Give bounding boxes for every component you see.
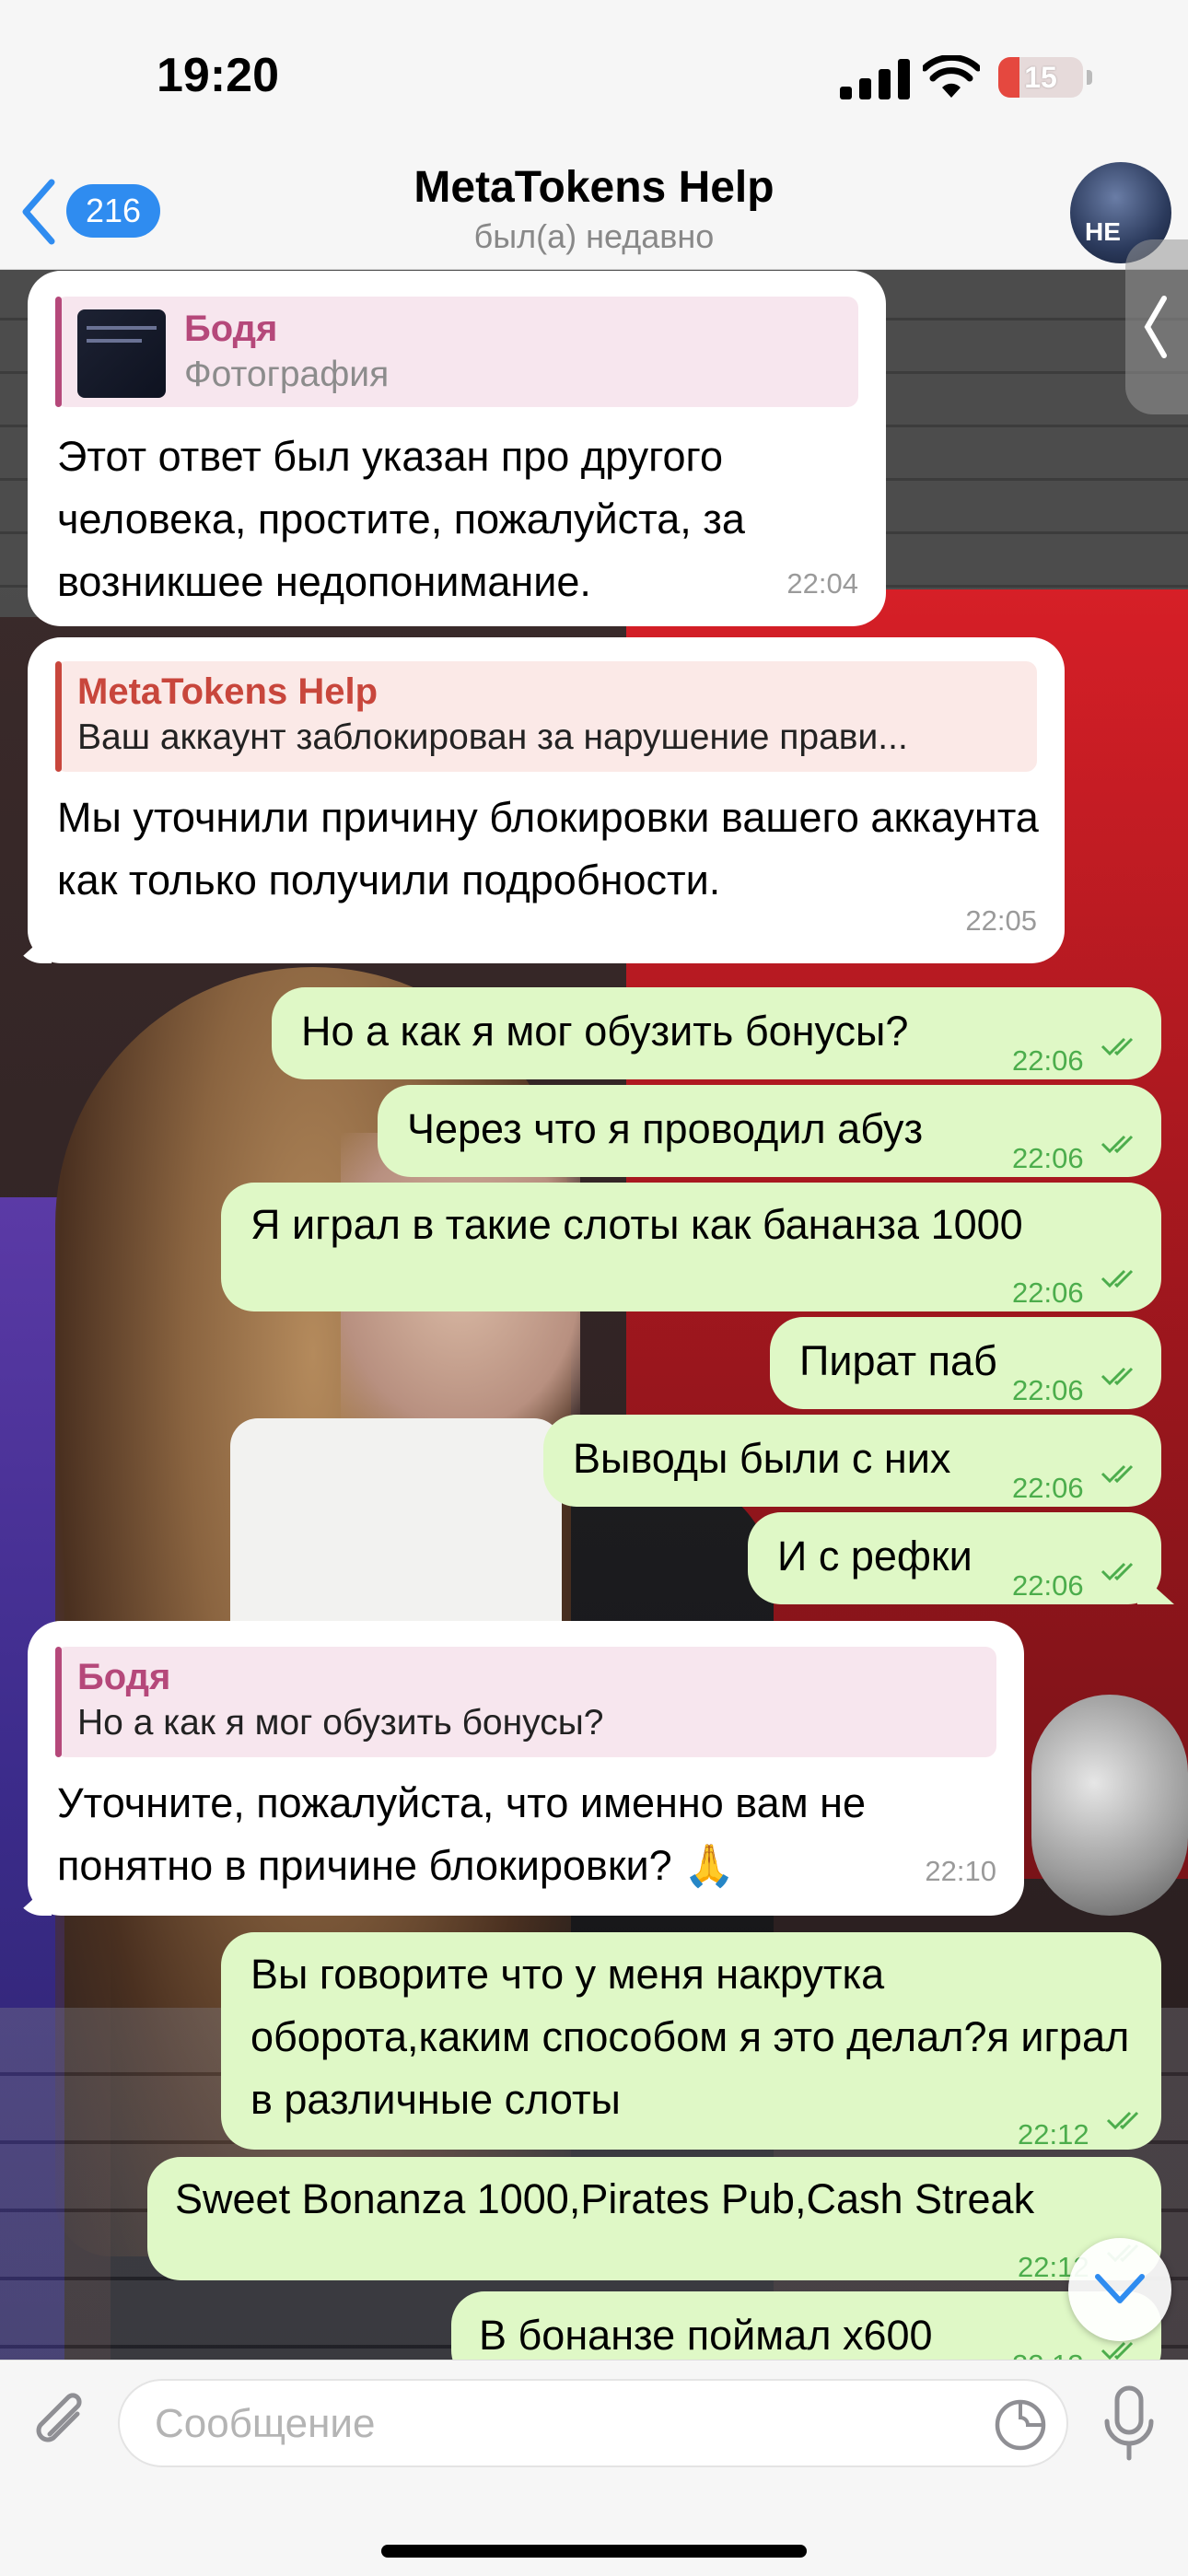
reply-preview[interactable]: Бодя Но а как я мог обузить бонусы?	[55, 1647, 996, 1757]
chevron-left-icon	[1144, 296, 1167, 358]
reply-preview[interactable]: MetaTokens Help Ваш аккаунт заблокирован…	[55, 661, 1037, 772]
reply-snippet: Но а как я мог обузить бонусы?	[77, 1703, 604, 1743]
message-text: Мы уточнили причину блокировки вашего ак…	[57, 794, 1039, 903]
outgoing-message[interactable]: Вы говорите что у меня накрутка оборота,…	[221, 1932, 1161, 2151]
double-check-icon	[1101, 1464, 1134, 1484]
double-check-icon	[1101, 2341, 1134, 2360]
status-bar: 19:20 15	[0, 0, 1188, 157]
battery-level: 15	[1024, 61, 1057, 94]
message-time: 22:06	[1012, 1044, 1084, 1077]
reply-snippet: Фотография	[184, 355, 390, 394]
incoming-message[interactable]: Бодя Но а как я мог обузить бонусы? Уточ…	[15, 1621, 1024, 1916]
outgoing-message[interactable]: И с рефки 22:06	[748, 1512, 1174, 1604]
reply-snippet: Ваш аккаунт заблокирован за нарушение пр…	[77, 717, 908, 757]
message-text: В бонанзе поймал х600	[479, 2312, 933, 2359]
outgoing-message[interactable]: Пират паб 22:06	[770, 1317, 1161, 1409]
incoming-message[interactable]: MetaTokens Help Ваш аккаунт заблокирован…	[15, 637, 1065, 963]
message-text: Через что я проводил абуз	[407, 1105, 924, 1152]
double-check-icon	[1101, 1135, 1134, 1154]
sticker-icon[interactable]	[993, 2397, 1048, 2453]
reply-preview[interactable]: Бодя Фотография	[55, 297, 858, 407]
reply-photo-thumbnail	[77, 309, 166, 398]
chevron-left-icon[interactable]	[18, 175, 59, 249]
message-text: И с рефки	[777, 1533, 973, 1579]
outgoing-message[interactable]: Через что я проводил абуз 22:06	[378, 1085, 1161, 1177]
double-check-icon	[1101, 1562, 1134, 1581]
double-check-icon	[1101, 1367, 1134, 1386]
message-list[interactable]: Бодя Фотография Этот ответ был указан пр…	[0, 269, 1188, 2360]
message-time: 22:06	[1012, 1276, 1084, 1309]
message-time: 22:06	[1012, 1472, 1084, 1504]
message-input-container[interactable]	[118, 2379, 1068, 2467]
unread-count-badge[interactable]: 216	[66, 184, 160, 238]
message-time: 22:13	[1012, 2334, 1084, 2360]
outgoing-message[interactable]: Я играл в такие слоты как бананза 1000 2…	[221, 1183, 1161, 1311]
chat-status: был(а) недавно	[473, 217, 715, 255]
message-composer	[0, 2360, 1188, 2576]
wifi-icon	[923, 55, 980, 98]
outgoing-message[interactable]: Выводы были с них 22:06	[543, 1415, 1161, 1507]
double-check-icon	[1106, 2111, 1139, 2130]
message-time: 22:06	[1012, 1374, 1084, 1406]
message-text: Я играл в такие слоты как бананза 1000	[250, 1201, 1023, 1248]
scroll-to-bottom-button[interactable]	[1068, 2238, 1171, 2341]
side-panel-handle[interactable]	[1125, 239, 1188, 414]
incoming-message[interactable]: Бодя Фотография Этот ответ был указан пр…	[28, 271, 886, 626]
outgoing-message[interactable]: Sweet Bonanza 1000,Pirates Pub,Cash Stre…	[147, 2157, 1161, 2283]
status-time: 19:20	[157, 49, 279, 102]
battery-icon: 15	[998, 57, 1083, 98]
paperclip-icon[interactable]	[24, 2386, 98, 2460]
message-time: 22:06	[1012, 1569, 1084, 1602]
home-indicator[interactable]	[381, 2545, 807, 2558]
message-text: Но а как я мог обузить бонусы?	[301, 1008, 909, 1055]
double-check-icon	[1101, 1269, 1134, 1288]
chevron-down-icon	[1095, 2274, 1145, 2303]
microphone-icon[interactable]	[1101, 2384, 1157, 2464]
outgoing-message[interactable]: Но а как я мог обузить бонусы? 22:06	[272, 987, 1161, 1079]
message-text: Этот ответ был указан про другого челове…	[57, 433, 745, 605]
message-text: Sweet Bonanza 1000,Pirates Pub,Cash Stre…	[175, 2175, 1035, 2222]
message-time: 22:05	[965, 904, 1037, 937]
message-text: Вы говорите что у меня накрутка оборота,…	[250, 1951, 1130, 2123]
message-time: 22:04	[786, 567, 858, 600]
reply-author: Бодя	[184, 309, 278, 349]
double-check-icon	[1101, 1037, 1134, 1056]
message-input[interactable]	[153, 2381, 985, 2467]
message-text: Уточните, пожалуйста, что именно вам не …	[57, 1779, 867, 1889]
cellular-signal-icon	[840, 59, 910, 99]
reply-author: MetaTokens Help	[77, 671, 378, 712]
avatar-label: HE	[1085, 217, 1121, 246]
reply-author: Бодя	[77, 1657, 171, 1697]
message-text: Пират паб	[799, 1337, 997, 1384]
message-time: 22:06	[1012, 1142, 1084, 1174]
message-text: Выводы были с них	[573, 1435, 951, 1482]
message-time: 22:10	[925, 1855, 996, 1887]
chat-title[interactable]: MetaTokens Help	[318, 162, 870, 213]
outgoing-message[interactable]: В бонанзе поймал х600 22:13	[451, 2291, 1161, 2360]
